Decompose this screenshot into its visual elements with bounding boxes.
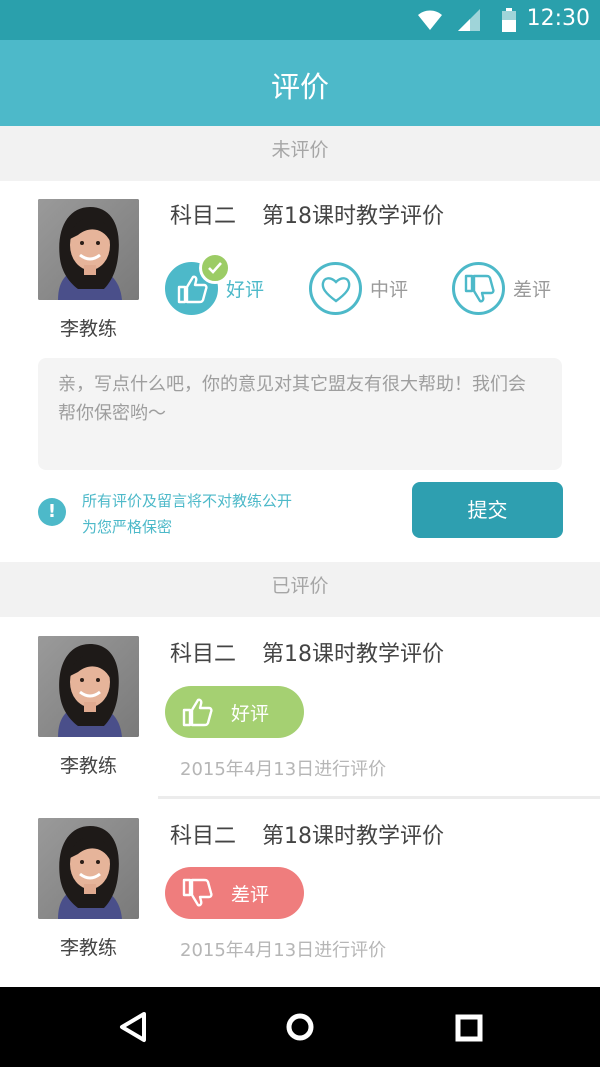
info-icon: !	[38, 498, 66, 526]
home-icon[interactable]	[285, 1012, 315, 1046]
avatar	[38, 199, 139, 300]
divider	[158, 796, 600, 799]
privacy-notice-line2: 为您严格保密	[82, 518, 173, 536]
wifi-icon	[418, 9, 442, 35]
avatar	[38, 818, 139, 919]
recents-icon[interactable]	[455, 1014, 483, 1046]
thumbs-down-icon	[173, 877, 221, 909]
rating-option-label: 好评	[226, 279, 265, 301]
rating-option-good[interactable]: 好评	[165, 252, 265, 315]
comment-input[interactable]: 亲，写点什么吧，你的意见对其它盟友有很大帮助！我们会帮你保密哟～	[38, 358, 562, 470]
coach-name: 李教练	[59, 755, 117, 777]
heart-icon	[309, 262, 362, 315]
rating-option-label: 差评	[513, 279, 552, 301]
avatar	[38, 636, 139, 737]
page-title: 评价	[270, 70, 329, 104]
subject: 科目二	[170, 642, 237, 667]
check-icon	[199, 252, 231, 284]
section-header-done: 已评价	[0, 562, 600, 617]
coach-name: 李教练	[59, 318, 117, 340]
rating-option-neutral[interactable]: 中评	[309, 262, 408, 315]
rating-badge-bad: 差评	[165, 867, 304, 919]
rating-badge-label: 好评	[231, 702, 270, 725]
evaluation-date: 2015年4月13日进行评价	[180, 940, 387, 961]
lesson-title: 科目二 第18课时教学评价	[170, 636, 444, 668]
back-icon[interactable]	[118, 1011, 148, 1047]
lesson-name: 第18课时教学评价	[262, 824, 445, 849]
privacy-notice: 所有评价及留言将不对教练公开 为您严格保密	[82, 488, 342, 540]
thumbs-down-icon	[452, 262, 505, 315]
lesson-title: 科目二 第18课时教学评价	[170, 818, 444, 850]
rating-option-label: 中评	[370, 279, 409, 301]
navigation-bar	[0, 987, 600, 1067]
submit-button[interactable]: 提交	[412, 482, 563, 538]
rating-option-bad[interactable]: 差评	[452, 262, 551, 315]
evaluation-date: 2015年4月13日进行评价	[180, 759, 387, 780]
section-header-pending: 未评价	[0, 126, 600, 181]
rating-badge-label: 差评	[231, 883, 270, 906]
rating-badge-good: 好评	[165, 686, 304, 738]
lesson-name: 第18课时教学评价	[262, 204, 445, 229]
clock: 12:30	[526, 6, 590, 31]
lesson-title: 科目二 第18课时教学评价	[170, 198, 444, 230]
signal-icon	[458, 9, 480, 35]
coach-name: 李教练	[59, 937, 117, 959]
battery-icon	[502, 8, 516, 36]
thumbs-up-icon	[173, 696, 221, 728]
privacy-notice-line1: 所有评价及留言将不对教练公开	[82, 492, 293, 510]
subject: 科目二	[170, 204, 237, 229]
app-bar: 评价	[0, 40, 600, 126]
lesson-name: 第18课时教学评价	[262, 642, 445, 667]
subject: 科目二	[170, 824, 237, 849]
status-bar: 12:30	[0, 0, 600, 40]
